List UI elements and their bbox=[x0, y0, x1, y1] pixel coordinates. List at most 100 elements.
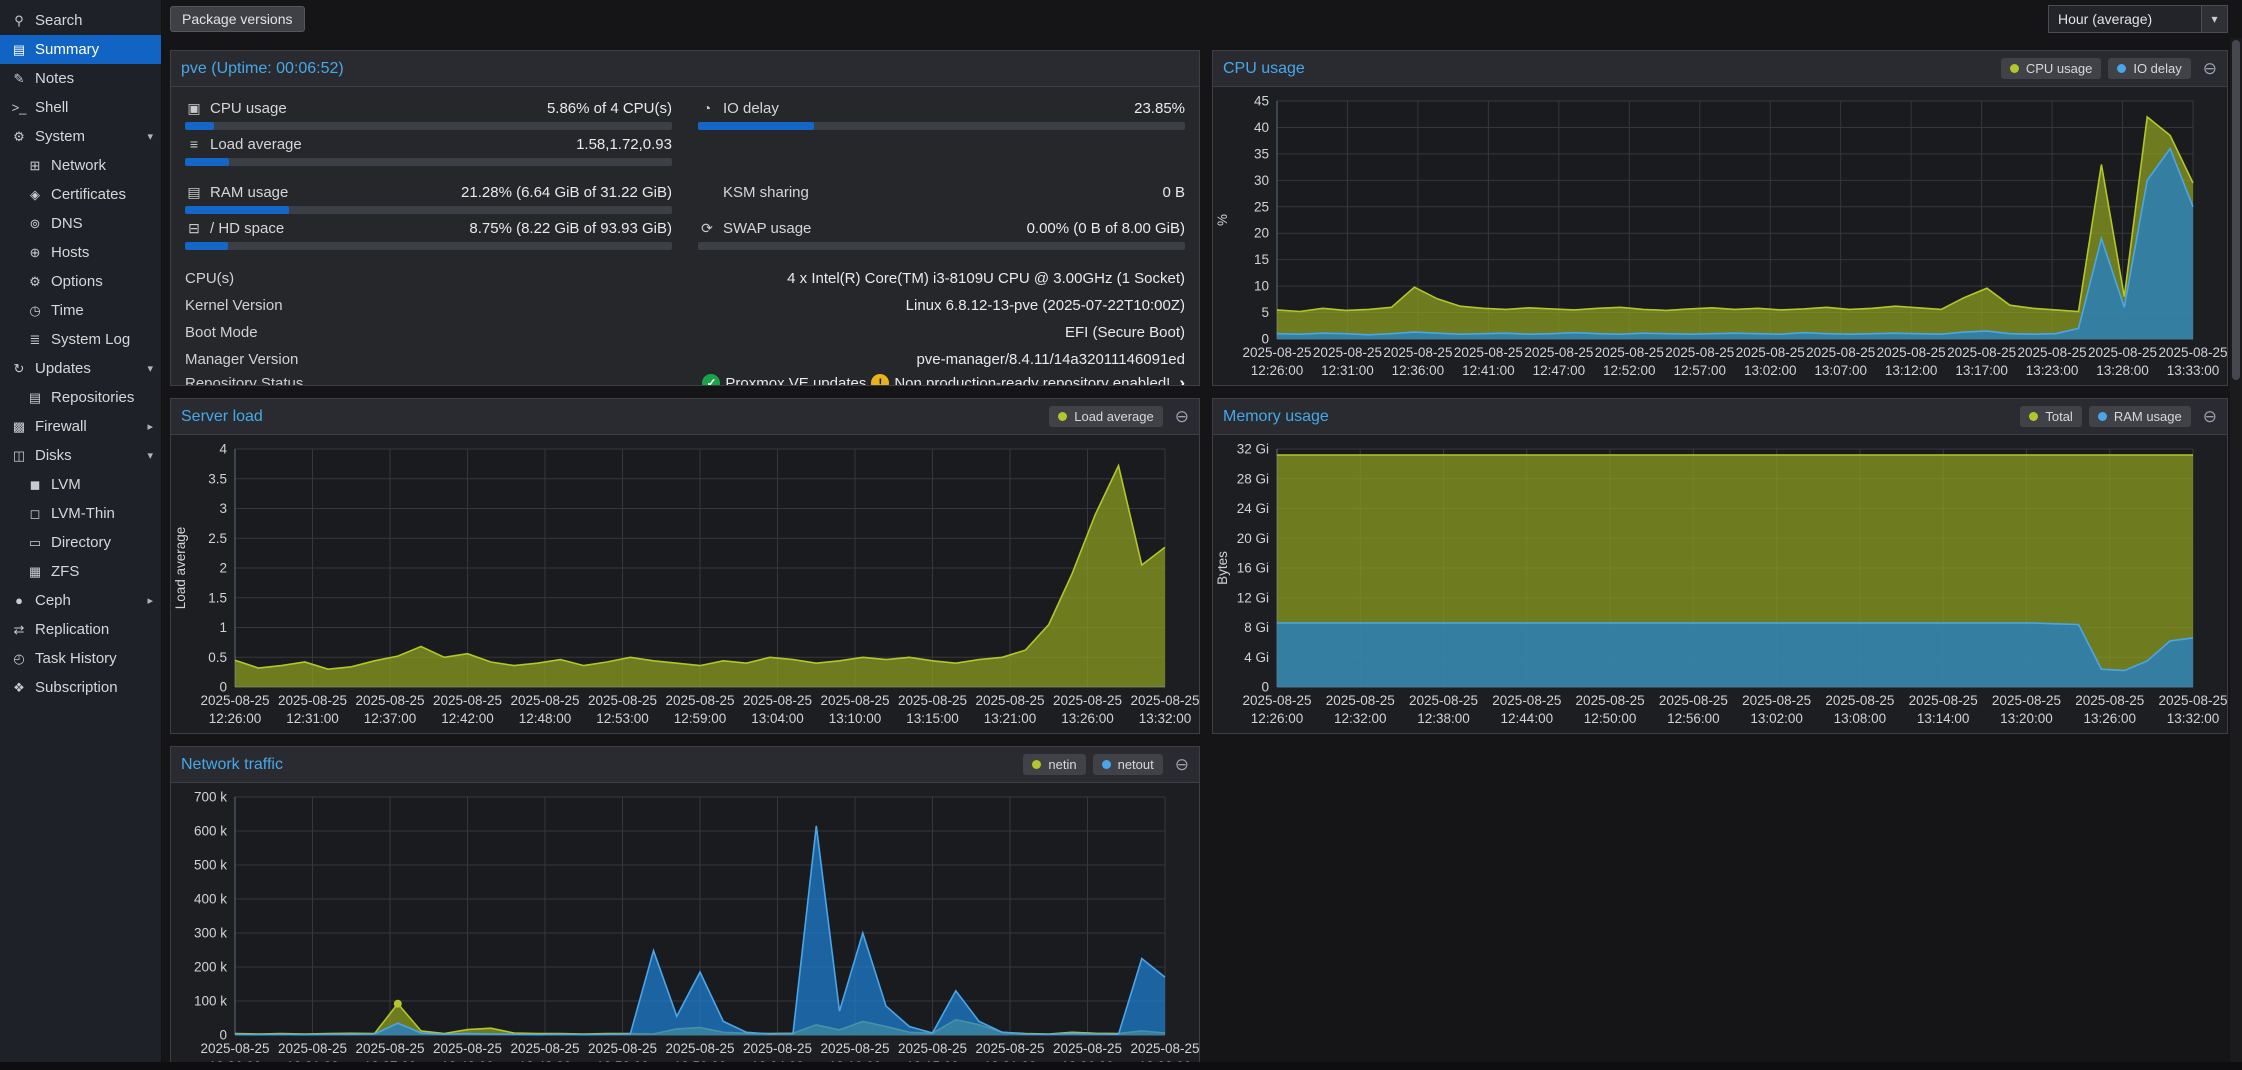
sidebar-item-time[interactable]: ◷Time bbox=[0, 296, 161, 325]
info-label: Kernel Version bbox=[185, 297, 283, 314]
sidebar-item-dns[interactable]: ⊚DNS bbox=[0, 209, 161, 238]
sidebar-item-system[interactable]: ⚙System▾ bbox=[0, 122, 161, 151]
sidebar-item-subscription[interactable]: ❖Subscription bbox=[0, 673, 161, 702]
zfs-icon: ▦ bbox=[26, 564, 44, 580]
svg-text:2: 2 bbox=[219, 561, 227, 576]
sidebar-item-task-history[interactable]: ◴Task History bbox=[0, 644, 161, 673]
proxmox-app: ⚲Search▤Summary✎Notes>_Shell⚙System▾⊞Net… bbox=[0, 0, 2242, 1070]
check-circle-icon: ✓ bbox=[702, 374, 720, 385]
sidebar-item-updates[interactable]: ↻Updates▾ bbox=[0, 354, 161, 383]
sidebar-item-ceph[interactable]: ●Ceph▸ bbox=[0, 586, 161, 615]
chart-svg: 00.511.522.533.542025-08-2512:26:002025-… bbox=[171, 435, 1199, 733]
svg-text:2025-08-25: 2025-08-25 bbox=[2158, 693, 2227, 708]
collapse-icon[interactable]: ⊖ bbox=[2203, 59, 2217, 79]
svg-text:Load average: Load average bbox=[173, 527, 188, 610]
svg-text:13:08:00: 13:08:00 bbox=[1834, 711, 1887, 726]
refresh-icon: ↻ bbox=[10, 361, 28, 377]
chevron-down-icon[interactable]: ▾ bbox=[147, 449, 153, 462]
legend-item[interactable]: netout bbox=[1093, 754, 1163, 775]
sidebar-item-summary[interactable]: ▤Summary bbox=[0, 35, 161, 64]
svg-text:2025-08-25: 2025-08-25 bbox=[1130, 693, 1199, 708]
scrollbar-thumb[interactable] bbox=[2232, 40, 2240, 380]
sidebar-item-firewall[interactable]: ▩Firewall▸ bbox=[0, 412, 161, 441]
svg-text:2025-08-25: 2025-08-25 bbox=[820, 1041, 889, 1056]
svg-text:12:31:00: 12:31:00 bbox=[1321, 363, 1374, 378]
sidebar-item-hosts[interactable]: ⊕Hosts bbox=[0, 238, 161, 267]
legend-item[interactable]: RAM usage bbox=[2089, 406, 2191, 427]
memory-usage-header: Memory usage Total RAM usage ⊖ bbox=[1213, 399, 2227, 435]
svg-text:13:26:00: 13:26:00 bbox=[2083, 711, 2136, 726]
swap-usage-bar bbox=[698, 242, 1185, 250]
sidebar-item-network[interactable]: ⊞Network bbox=[0, 151, 161, 180]
search-icon: ⚲ bbox=[10, 13, 28, 29]
legend-item[interactable]: CPU usage bbox=[2001, 58, 2101, 79]
svg-text:2025-08-25: 2025-08-25 bbox=[510, 693, 579, 708]
legend-dot bbox=[2117, 64, 2126, 73]
sidebar-item-label: LVM bbox=[51, 476, 81, 493]
legend-item[interactable]: Total bbox=[2020, 406, 2081, 427]
summary-icon: ▤ bbox=[10, 42, 28, 58]
sidebar-item-notes[interactable]: ✎Notes bbox=[0, 64, 161, 93]
chevron-right-icon[interactable]: ▸ bbox=[147, 594, 153, 607]
collapse-icon[interactable]: ⊖ bbox=[2203, 407, 2217, 427]
ksm-sharing-field: KSM sharing 0 B bbox=[698, 181, 1185, 214]
memory-usage-title: Memory usage bbox=[1223, 408, 1329, 426]
svg-text:2025-08-25: 2025-08-25 bbox=[1053, 693, 1122, 708]
sidebar-item-label: Hosts bbox=[51, 244, 89, 261]
svg-text:13:26:00: 13:26:00 bbox=[1061, 711, 1114, 726]
chevron-down-icon[interactable]: ▾ bbox=[147, 130, 153, 143]
sidebar-item-directory[interactable]: ▭Directory bbox=[0, 528, 161, 557]
package-versions-button[interactable]: Package versions bbox=[170, 6, 305, 32]
sidebar-item-replication[interactable]: ⇄Replication bbox=[0, 615, 161, 644]
sidebar-item-system-log[interactable]: ≣System Log bbox=[0, 325, 161, 354]
time-range-select[interactable]: Hour (average) ▾ bbox=[2048, 5, 2228, 33]
repository-ok-text: Proxmox VE updates bbox=[725, 375, 866, 386]
svg-text:400 k: 400 k bbox=[194, 892, 227, 907]
svg-text:2025-08-25: 2025-08-25 bbox=[278, 693, 347, 708]
sidebar-item-shell[interactable]: >_Shell bbox=[0, 93, 161, 122]
sidebar-item-zfs[interactable]: ▦ZFS bbox=[0, 557, 161, 586]
svg-text:12:52:00: 12:52:00 bbox=[1603, 363, 1656, 378]
collapse-icon[interactable]: ⊖ bbox=[1175, 407, 1189, 427]
sidebar-item-label: Subscription bbox=[35, 679, 118, 696]
svg-text:13:02:00: 13:02:00 bbox=[1744, 363, 1797, 378]
svg-text:%: % bbox=[1215, 214, 1230, 226]
row-3: Network traffic netinnetout ⊖ 0100 k200 … bbox=[170, 746, 2228, 1062]
svg-text:2025-08-25: 2025-08-25 bbox=[820, 693, 889, 708]
sidebar-item-certificates[interactable]: ◈Certificates bbox=[0, 180, 161, 209]
svg-text:13:07:00: 13:07:00 bbox=[1814, 363, 1867, 378]
sidebar-item-label: Repositories bbox=[51, 389, 134, 406]
legend-dot bbox=[2010, 64, 2019, 73]
svg-text:2025-08-25: 2025-08-25 bbox=[1053, 1041, 1122, 1056]
legend-dot bbox=[1058, 412, 1067, 421]
sidebar-item-repositories[interactable]: ▤Repositories bbox=[0, 383, 161, 412]
svg-text:2025-08-25: 2025-08-25 bbox=[1242, 693, 1311, 708]
dns-icon: ⊚ bbox=[26, 216, 44, 232]
legend-item[interactable]: Load average bbox=[1049, 406, 1163, 427]
chevron-right-icon[interactable]: › bbox=[1179, 373, 1185, 385]
disks-icon: ◫ bbox=[10, 448, 28, 464]
row-2: Server load Load average ⊖ 00.511.522.53… bbox=[170, 398, 2228, 734]
scrollbar-vertical[interactable] bbox=[2230, 38, 2242, 1062]
legend-item[interactable]: netin bbox=[1023, 754, 1085, 775]
sidebar-item-options[interactable]: ⚙Options bbox=[0, 267, 161, 296]
legend-item[interactable]: IO delay bbox=[2108, 58, 2190, 79]
sidebar-item-lvm-thin[interactable]: ◻LVM-Thin bbox=[0, 499, 161, 528]
cpu-usage-value: 5.86% of 4 CPU(s) bbox=[547, 100, 672, 117]
sidebar-item-lvm[interactable]: ◼LVM bbox=[0, 470, 161, 499]
svg-text:13:04:00: 13:04:00 bbox=[751, 711, 804, 726]
sidebar-item-label: Time bbox=[51, 302, 84, 319]
svg-text:2025-08-25: 2025-08-25 bbox=[1909, 693, 1978, 708]
info-label: Boot Mode bbox=[185, 324, 258, 341]
chevron-right-icon[interactable]: ▸ bbox=[147, 420, 153, 433]
sidebar-item-search[interactable]: ⚲Search bbox=[0, 6, 161, 35]
svg-text:2025-08-25: 2025-08-25 bbox=[743, 693, 812, 708]
sidebar-item-label: Task History bbox=[35, 650, 117, 667]
info-row: CPU(s)4 x Intel(R) Core(TM) i3-8109U CPU… bbox=[185, 265, 1185, 292]
svg-text:8 Gi: 8 Gi bbox=[1244, 620, 1269, 635]
collapse-icon[interactable]: ⊖ bbox=[1175, 755, 1189, 775]
chevron-down-icon[interactable]: ▾ bbox=[147, 362, 153, 375]
gear-icon: ⚙ bbox=[26, 274, 44, 290]
svg-text:2025-08-25: 2025-08-25 bbox=[1806, 345, 1875, 360]
sidebar-item-disks[interactable]: ◫Disks▾ bbox=[0, 441, 161, 470]
